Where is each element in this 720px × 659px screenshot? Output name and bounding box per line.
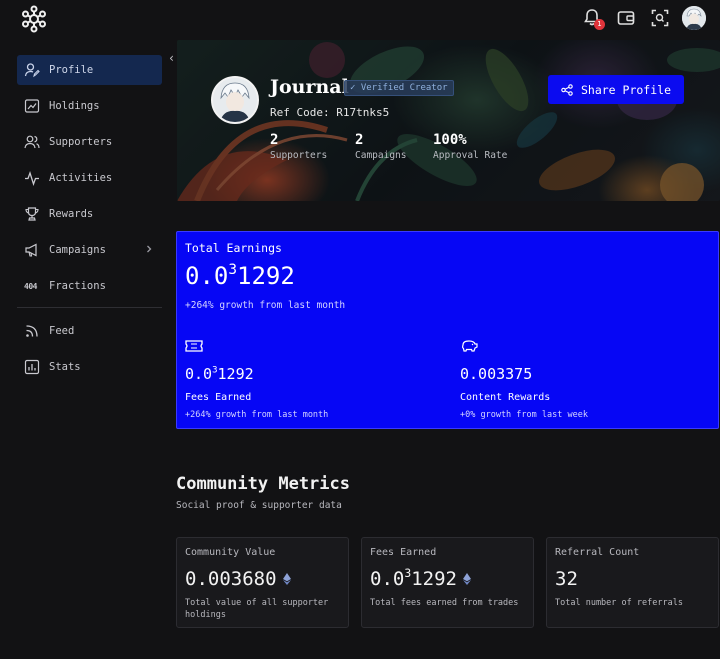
content-rewards-block: 0.003375 Content Rewards +0% growth from… bbox=[460, 338, 588, 420]
piggy-bank-icon bbox=[462, 340, 478, 352]
sidebar-item-label: Campaigns bbox=[49, 244, 106, 256]
hexagon-network-logo-icon bbox=[22, 5, 46, 33]
notification-button[interactable]: 1 bbox=[580, 6, 605, 30]
rss-icon bbox=[26, 325, 38, 337]
referral-count-card: Referral Count 32 Total number of referr… bbox=[546, 537, 719, 628]
profile-banner: Journal ✓ Verified Creator Ref Code: R17… bbox=[177, 40, 720, 201]
chevron-right-icon bbox=[147, 245, 152, 253]
user-avatar[interactable] bbox=[682, 6, 706, 30]
card-description: Total number of referrals bbox=[555, 598, 683, 608]
users-icon bbox=[24, 135, 40, 149]
card-value: 0.031292 bbox=[370, 567, 471, 590]
sidebar-item-label: Fractions bbox=[49, 280, 106, 292]
notification-badge: 1 bbox=[594, 19, 605, 30]
sidebar-item-label: Stats bbox=[49, 361, 81, 373]
sidebar-item-label: Profile bbox=[49, 64, 94, 76]
app-logo[interactable] bbox=[20, 5, 48, 33]
card-title: Referral Count bbox=[555, 547, 640, 558]
stat-approval-rate: 100% Approval Rate bbox=[433, 132, 507, 161]
stat-campaigns: 2 Campaigns bbox=[355, 132, 406, 161]
sidebar-item-holdings[interactable]: Holdings bbox=[17, 91, 162, 121]
ethereum-icon bbox=[282, 573, 291, 585]
earnings-title: Total Earnings bbox=[185, 241, 282, 255]
stat-value: 100% bbox=[433, 132, 467, 148]
sidebar-item-supporters[interactable]: Supporters bbox=[17, 127, 162, 157]
trophy-icon bbox=[25, 207, 39, 221]
content-rewards-growth: +0% growth from last week bbox=[460, 410, 588, 420]
card-value: 0.003680 bbox=[185, 568, 291, 590]
avatar-image-icon bbox=[682, 6, 706, 30]
stat-value: 2 bbox=[270, 132, 279, 148]
sidebar-item-stats[interactable]: Stats bbox=[17, 352, 162, 382]
share-icon bbox=[561, 83, 573, 96]
wallet-button[interactable] bbox=[614, 6, 638, 30]
card-description: Total fees earned from trades bbox=[370, 598, 519, 608]
stat-label: Campaigns bbox=[355, 150, 407, 161]
scan-icon bbox=[651, 9, 669, 27]
chart-icon bbox=[24, 99, 40, 113]
community-value-card: Community Value 0.003680 Total value of … bbox=[176, 537, 349, 628]
stats-icon bbox=[24, 359, 40, 375]
floral-banner-image-icon bbox=[177, 40, 720, 201]
profile-avatar bbox=[211, 76, 259, 124]
activity-icon bbox=[25, 170, 39, 186]
sidebar-divider bbox=[17, 307, 162, 308]
sidebar-item-label: Supporters bbox=[49, 136, 113, 148]
fractions-404-icon: 404 bbox=[24, 281, 37, 291]
sidebar-item-label: Holdings bbox=[49, 100, 100, 112]
total-earnings-card: Total Earnings 0.031292 +264% growth fro… bbox=[176, 231, 719, 429]
stat-value: 2 bbox=[355, 132, 364, 148]
avatar-image-icon bbox=[213, 78, 257, 122]
card-description: Total value of all supporter holdings bbox=[185, 598, 329, 620]
content-rewards-label: Content Rewards bbox=[460, 392, 551, 403]
fees-earned-value: 0.031292 bbox=[185, 365, 254, 383]
ref-code: Ref Code: R17tnks5 bbox=[270, 106, 390, 119]
stat-supporters: 2 Supporters bbox=[270, 132, 327, 161]
card-title: Community Value bbox=[185, 547, 276, 558]
share-profile-label: Share Profile bbox=[580, 82, 671, 97]
ethereum-icon bbox=[462, 573, 471, 585]
sidebar-item-fractions[interactable]: 404 Fractions bbox=[17, 271, 162, 301]
megaphone-icon bbox=[25, 243, 37, 257]
stat-label: Approval Rate bbox=[433, 150, 508, 161]
sidebar-item-label: Rewards bbox=[49, 208, 94, 220]
top-bar: 1 bbox=[0, 0, 720, 38]
fees-earned-label: Fees Earned bbox=[185, 392, 252, 403]
wallet-icon bbox=[617, 11, 635, 25]
community-metrics-subtitle: Social proof & supporter data bbox=[176, 500, 342, 511]
fees-earned-card: Fees Earned 0.031292 Total fees earned f… bbox=[361, 537, 534, 628]
card-value: 32 bbox=[555, 568, 578, 590]
sidebar-item-feed[interactable]: Feed bbox=[17, 316, 162, 346]
community-metrics-title: Community Metrics bbox=[176, 474, 350, 494]
content-rewards-value: 0.003375 bbox=[460, 365, 533, 383]
stat-label: Supporters bbox=[270, 150, 328, 161]
user-edit-icon bbox=[24, 63, 40, 78]
ticket-icon bbox=[185, 340, 203, 352]
profile-name: Journal bbox=[270, 76, 349, 98]
sidebar-item-label: Feed bbox=[49, 325, 75, 337]
sidebar-item-rewards[interactable]: Rewards bbox=[17, 199, 162, 229]
fees-earned-growth: +264% growth from last month bbox=[185, 410, 329, 420]
card-title: Fees Earned bbox=[370, 547, 437, 558]
sidebar-item-activities[interactable]: Activities bbox=[17, 163, 162, 193]
total-earnings-value: 0.031292 bbox=[185, 261, 295, 290]
share-profile-button[interactable]: Share Profile bbox=[548, 75, 684, 104]
sidebar-item-profile[interactable]: Profile bbox=[17, 55, 162, 85]
sidebar-item-campaigns[interactable]: Campaigns bbox=[17, 235, 162, 265]
sidebar: Profile Holdings Supporters Activities R… bbox=[17, 55, 162, 388]
fees-earned-block: 0.031292 Fees Earned +264% growth from l… bbox=[185, 338, 328, 420]
earnings-growth: +264% growth from last month bbox=[185, 300, 346, 311]
sidebar-item-label: Activities bbox=[49, 172, 113, 184]
scan-button[interactable] bbox=[648, 6, 672, 30]
verified-badge: ✓ Verified Creator bbox=[344, 80, 454, 96]
